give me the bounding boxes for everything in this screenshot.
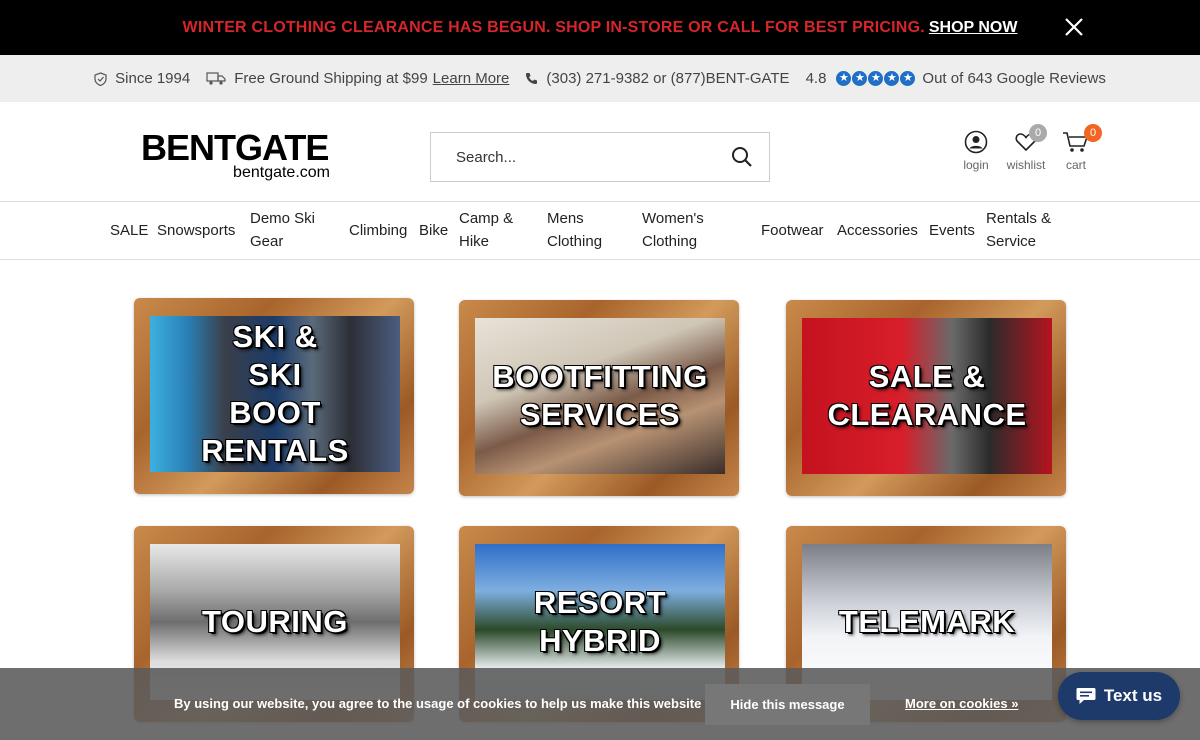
nav-item-events[interactable]: Events — [929, 219, 975, 242]
since-text: Since 1994 — [115, 70, 191, 87]
phone-icon — [526, 73, 538, 84]
nav-item-rentals-service[interactable]: Rentals & Service — [986, 207, 1051, 253]
cart-button[interactable]: cart 0 — [1051, 124, 1102, 172]
star-icon: ★ — [836, 71, 852, 86]
cookie-text: By using our website, you agree to the u… — [174, 696, 744, 711]
wishlist-button[interactable]: wishlist 0 — [1001, 124, 1051, 172]
search-input[interactable] — [431, 133, 711, 181]
learn-more-link[interactable]: Learn More — [433, 70, 510, 87]
nav-item-mens-clothing[interactable]: Mens Clothing — [547, 207, 602, 253]
search-box — [430, 132, 770, 182]
star-icon: ★ — [900, 71, 916, 86]
tile-bootfitting[interactable]: BOOTFITTING SERVICES — [459, 300, 739, 496]
hide-message-button[interactable]: Hide this message — [705, 684, 870, 725]
promo-text: WINTER CLOTHING CLEARANCE HAS BEGUN. SHO… — [182, 18, 925, 36]
bootfitting-photo: BOOTFITTING SERVICES — [475, 318, 725, 474]
tile-label: TOURING — [202, 604, 348, 639]
star-icon: ★ — [884, 71, 900, 86]
promo-bar: WINTER CLOTHING CLEARANCE HAS BEGUN. SHO… — [0, 0, 1200, 55]
nav-item-footwear[interactable]: Footwear — [761, 219, 824, 242]
search-icon[interactable] — [731, 146, 753, 168]
shipping-text: Free Ground Shipping at $99 — [234, 70, 428, 87]
shield-icon — [94, 71, 107, 86]
cookie-banner: By using our website, you agree to the u… — [0, 668, 1200, 740]
logo-wordmark: BENTGATE — [141, 127, 329, 168]
tile-label: SKI & SKI BOOT RENTALS — [201, 319, 349, 468]
chat-bubble-icon — [1076, 688, 1096, 704]
tile-ski-rentals[interactable]: SKI & SKI BOOT RENTALS — [134, 298, 414, 494]
rating-value: 4.8 — [805, 70, 827, 87]
tile-sale-clearance[interactable]: SALE & CLEARANCE — [786, 300, 1066, 496]
logo[interactable]: BENTGATE bentgate.com — [141, 127, 331, 181]
text-us-button[interactable]: Text us — [1058, 672, 1180, 720]
reviews-text: Out of 643 Google Reviews — [922, 70, 1106, 87]
sale-clearance-photo: SALE & CLEARANCE — [802, 318, 1052, 474]
close-icon[interactable] — [1063, 16, 1085, 38]
rating-stars: ★ ★ ★ ★ ★ — [836, 71, 916, 86]
cart-count-badge: 0 — [1084, 124, 1102, 142]
truck-icon — [206, 72, 226, 85]
nav-item-climbing[interactable]: Climbing — [349, 219, 407, 242]
info-bar: Since 1994 Free Ground Shipping at $99 L… — [0, 55, 1200, 102]
tile-label: RESORT HYBRID — [533, 585, 667, 658]
cart-label: cart — [1065, 158, 1086, 172]
wishlist-label: wishlist — [1006, 158, 1046, 172]
tile-label: BOOTFITTING SERVICES — [492, 359, 708, 432]
user-icon — [964, 130, 988, 154]
nav-item-bike[interactable]: Bike — [419, 219, 448, 242]
star-icon: ★ — [868, 71, 884, 86]
text-us-label: Text us — [1103, 686, 1163, 705]
nav-item-snowsports[interactable]: Snowsports — [157, 219, 235, 242]
nav-item-demo-ski-gear[interactable]: Demo Ski Gear — [250, 207, 315, 253]
phone-text[interactable]: (303) 271-9382 or (877)BENT-GATE — [546, 70, 789, 87]
site-header: BENTGATE bentgate.com login wishlist 0 c… — [0, 102, 1200, 202]
wishlist-count-badge: 0 — [1029, 124, 1047, 142]
nav-item-sale[interactable]: SALE — [110, 219, 148, 242]
nav-item-accessories[interactable]: Accessories — [837, 219, 918, 242]
shop-now-link[interactable]: SHOP NOW — [929, 19, 1018, 37]
star-icon: ★ — [852, 71, 868, 86]
login-label: login — [963, 158, 989, 172]
ski-rentals-photo: SKI & SKI BOOT RENTALS — [150, 316, 400, 472]
tile-label: TELEMARK — [838, 604, 1016, 639]
main-nav: SALE Snowsports Demo Ski Gear Climbing B… — [0, 202, 1200, 260]
tile-label: SALE & CLEARANCE — [827, 359, 1027, 432]
nav-item-camp-hike[interactable]: Camp & Hike — [459, 207, 513, 253]
nav-item-womens-clothing[interactable]: Women's Clothing — [642, 207, 704, 253]
rating-item[interactable]: 4.8 ★ ★ ★ ★ ★ Out of 643 Google Reviews — [806, 70, 1106, 87]
shipping-item: Free Ground Shipping at $99 Learn More — [206, 70, 509, 87]
login-button[interactable]: login — [951, 130, 1001, 172]
since-item: Since 1994 — [94, 70, 190, 87]
phone-item: (303) 271-9382 or (877)BENT-GATE — [525, 70, 790, 87]
more-on-cookies-link[interactable]: More on cookies » — [905, 696, 1018, 711]
